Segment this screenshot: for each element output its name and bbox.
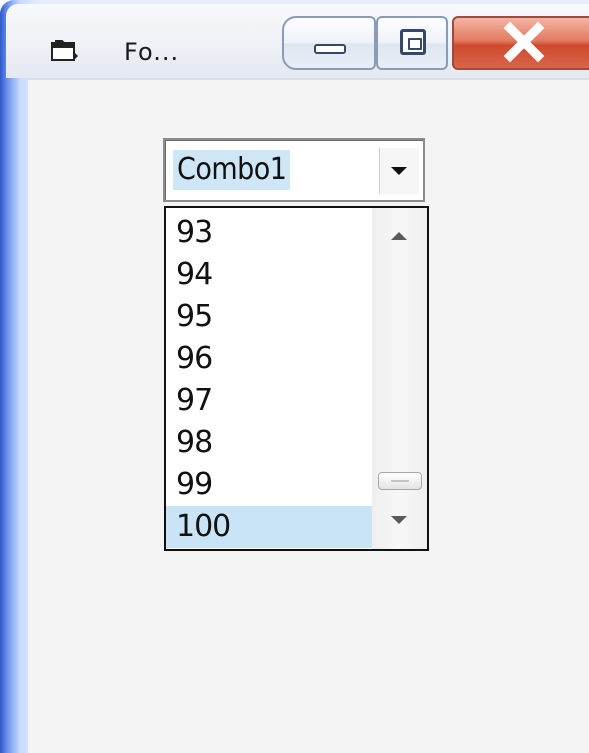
minimize-button[interactable]	[282, 16, 376, 70]
list-item[interactable]: 93	[166, 212, 372, 254]
maximize-icon	[400, 29, 426, 55]
vertical-scrollbar[interactable]	[372, 208, 427, 549]
minimize-icon	[314, 44, 346, 54]
maximize-button[interactable]	[376, 16, 448, 70]
combo-box[interactable]: Combo1	[163, 138, 425, 202]
list-item-selected[interactable]: 100	[166, 506, 372, 548]
chevron-down-icon	[391, 167, 407, 175]
scroll-up-icon[interactable]	[391, 232, 407, 240]
close-button[interactable]	[452, 16, 589, 70]
form-window-icon	[51, 40, 78, 61]
list-item[interactable]: 97	[166, 380, 372, 422]
dropdown-items: 93 94 95 96 97 98 99 100	[166, 208, 372, 549]
title-bar[interactable]: Fo...	[6, 4, 589, 78]
list-item[interactable]: 98	[166, 422, 372, 464]
combo-dropdown-button[interactable]	[379, 148, 419, 194]
scrollbar-thumb[interactable]	[378, 472, 422, 490]
scroll-down-icon[interactable]	[391, 516, 407, 524]
list-item[interactable]: 95	[166, 296, 372, 338]
list-item[interactable]: 99	[166, 464, 372, 506]
combo-dropdown-list[interactable]: 93 94 95 96 97 98 99 100	[164, 206, 429, 551]
list-item[interactable]: 96	[166, 338, 372, 380]
list-item[interactable]: 94	[166, 254, 372, 296]
close-icon	[503, 22, 545, 62]
combo-value[interactable]: Combo1	[173, 150, 291, 190]
form-window: Fo... Combo1 93 94 95 96 97 98 99 100	[0, 0, 589, 753]
window-title: Fo...	[124, 38, 180, 66]
